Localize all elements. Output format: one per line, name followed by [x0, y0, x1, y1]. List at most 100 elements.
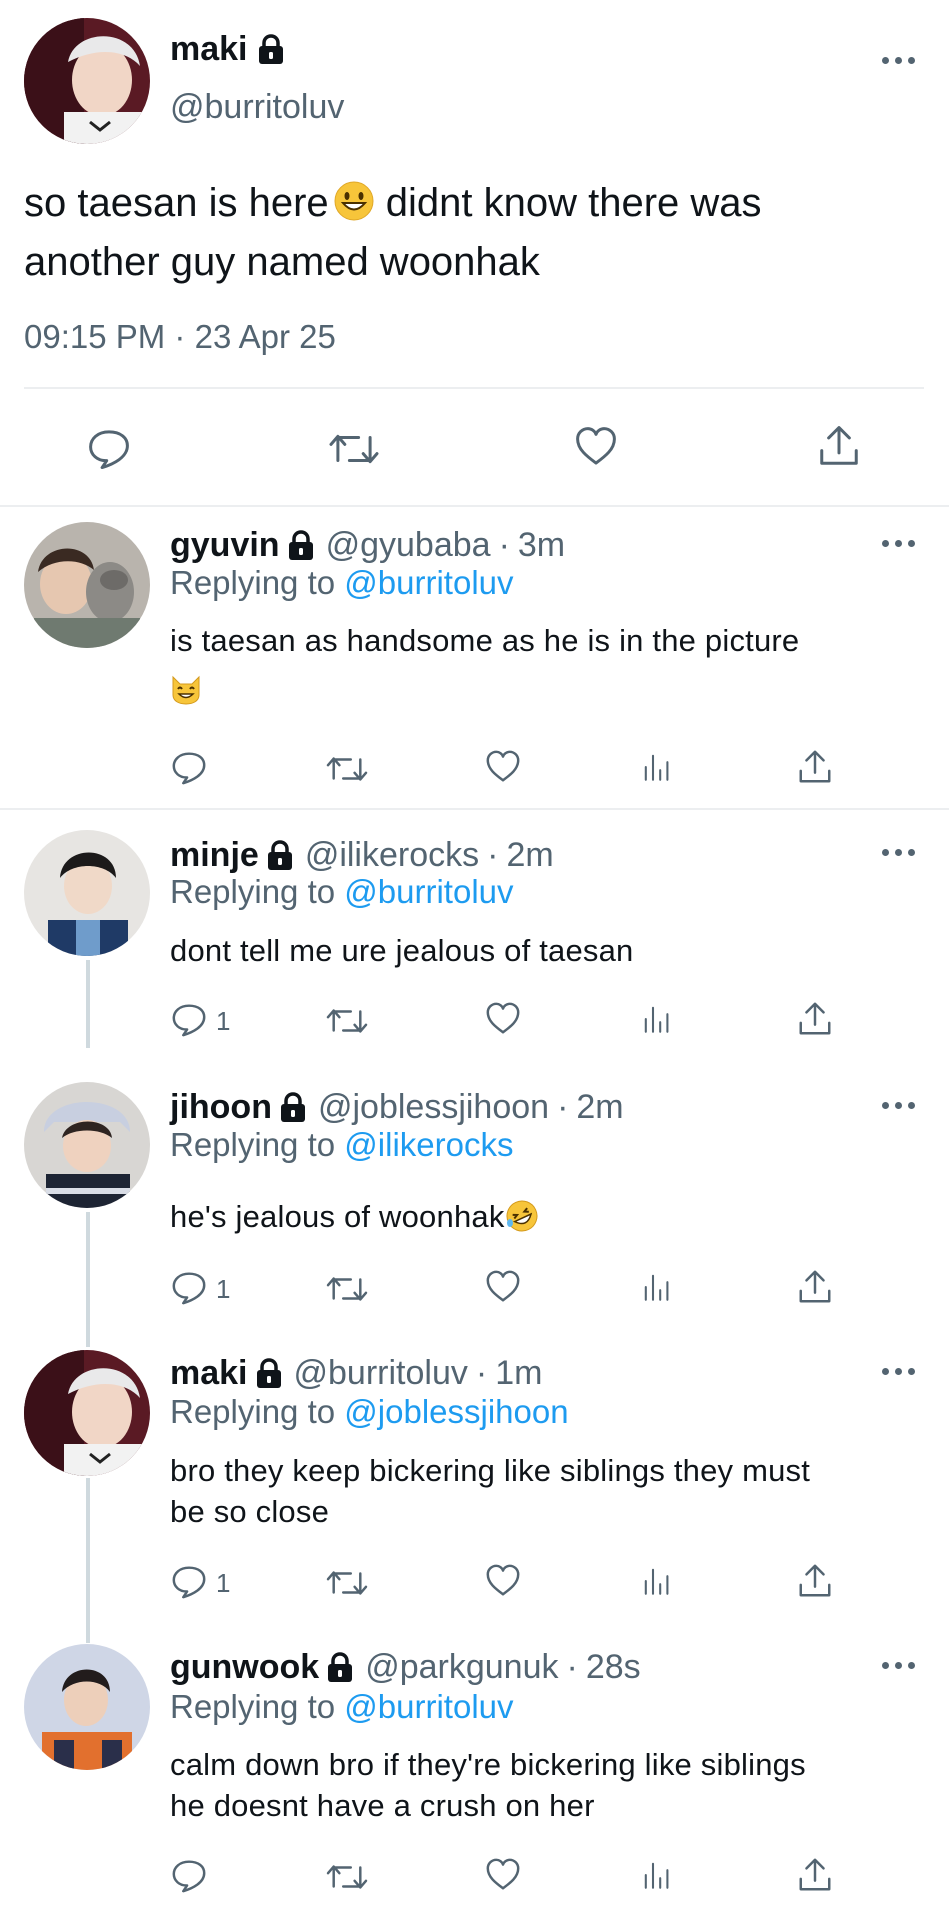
reply-author-handle[interactable]: @joblessjihoon	[318, 1088, 549, 1127]
mention-link[interactable]: @joblessjihoon	[344, 1393, 568, 1430]
reply-text: dont tell me ure jealous of taesan	[170, 933, 634, 968]
smiling-cat-icon	[170, 675, 202, 705]
share-icon[interactable]	[796, 748, 834, 786]
like-icon[interactable]	[484, 1562, 522, 1600]
reply-icon[interactable]	[170, 1856, 208, 1894]
tweet-timestamp: 09:15 PM · 23 Apr 25	[24, 318, 336, 355]
divider	[24, 387, 924, 389]
reply-author-name[interactable]: jihoon	[170, 1088, 272, 1127]
reply-author-name[interactable]: gunwook	[170, 1648, 319, 1687]
avatar[interactable]	[24, 830, 150, 956]
reply-text-line: be so close	[170, 1494, 330, 1529]
author-row: maki	[170, 30, 286, 69]
replying-to: Replying to @burritoluv	[170, 564, 514, 601]
reply-count: 1	[216, 1006, 231, 1036]
reply-header: maki @burritoluv · 1m	[170, 1354, 542, 1393]
reply-icon[interactable]	[170, 1000, 208, 1038]
more-icon[interactable]	[882, 1662, 916, 1670]
reply-author-handle[interactable]: @ilikerocks	[305, 836, 479, 875]
reply-timestamp[interactable]: 1m	[495, 1354, 542, 1393]
rofl-face-icon	[505, 1199, 539, 1233]
tweet-text-line: another guy named woonhak	[24, 240, 540, 284]
tweet-text-line: so taesan is here didnt know there was	[24, 180, 762, 225]
divider	[0, 505, 949, 507]
reply-author-name[interactable]: gyuvin	[170, 526, 280, 565]
retweet-icon[interactable]	[324, 750, 370, 788]
reply-author-handle[interactable]: @parkgunuk	[365, 1648, 558, 1687]
more-icon[interactable]	[882, 540, 916, 548]
retweet-icon[interactable]	[324, 1002, 370, 1040]
lock-icon	[325, 1652, 355, 1684]
reply-header: gunwook @parkgunuk · 28s	[170, 1648, 641, 1687]
reply-author-handle[interactable]: @gyubaba	[326, 526, 491, 565]
share-icon[interactable]	[796, 1000, 834, 1038]
lock-icon	[256, 34, 286, 66]
author-handle[interactable]: @burritoluv	[170, 88, 344, 127]
divider	[0, 808, 949, 810]
reply-text: bro they keep bickering like siblings th…	[170, 1450, 930, 1532]
retweet-icon[interactable]	[326, 426, 382, 472]
thread-line	[86, 1478, 90, 1643]
avatar[interactable]	[24, 18, 150, 144]
reply-text-line: bro they keep bickering like siblings th…	[170, 1453, 811, 1488]
reply-timestamp[interactable]: 2m	[506, 836, 553, 875]
like-icon[interactable]	[484, 1268, 522, 1306]
avatar[interactable]	[24, 1350, 150, 1476]
share-icon[interactable]	[796, 1856, 834, 1894]
share-icon[interactable]	[796, 1562, 834, 1600]
like-icon[interactable]	[484, 748, 522, 786]
reply-icon[interactable]	[170, 1562, 208, 1600]
avatar[interactable]	[24, 1644, 150, 1770]
lock-icon	[254, 1358, 284, 1390]
more-icon[interactable]	[882, 57, 916, 65]
retweet-icon[interactable]	[324, 1270, 370, 1308]
mention-link[interactable]: @ilikerocks	[344, 1126, 513, 1163]
more-icon[interactable]	[882, 1368, 916, 1376]
reply-text: he's jealous of woonhak	[170, 1196, 910, 1237]
mention-link[interactable]: @burritoluv	[344, 1688, 513, 1725]
views-icon[interactable]	[641, 750, 673, 784]
avatar[interactable]	[24, 1082, 150, 1208]
reply-icon[interactable]	[170, 1268, 208, 1306]
reply-timestamp[interactable]: 2m	[576, 1088, 623, 1127]
reply-text-line: calm down bro if they're bickering like …	[170, 1747, 806, 1782]
reply-author-name[interactable]: maki	[170, 1354, 248, 1393]
retweet-icon[interactable]	[324, 1858, 370, 1896]
replying-to: Replying to @joblessjihoon	[170, 1393, 569, 1430]
views-icon[interactable]	[641, 1270, 673, 1304]
mention-link[interactable]: @burritoluv	[344, 564, 513, 601]
reply-icon[interactable]	[86, 425, 132, 471]
reply-icon[interactable]	[170, 748, 208, 786]
retweet-icon[interactable]	[324, 1564, 370, 1602]
lock-icon	[286, 530, 316, 562]
share-icon[interactable]	[816, 423, 862, 469]
reply-count: 1	[216, 1568, 231, 1598]
reply-header: gyuvin @gyubaba · 3m	[170, 526, 565, 565]
share-icon[interactable]	[796, 1268, 834, 1306]
separator-dot: ·	[557, 1088, 569, 1126]
reply-timestamp[interactable]: 3m	[518, 526, 565, 565]
reply-text-line: he doesnt have a crush on her	[170, 1788, 595, 1823]
like-icon[interactable]	[573, 424, 619, 470]
more-icon[interactable]	[882, 849, 916, 857]
more-icon[interactable]	[882, 1102, 916, 1110]
views-icon[interactable]	[641, 1002, 673, 1036]
mention-link[interactable]: @burritoluv	[344, 873, 513, 910]
views-icon[interactable]	[641, 1564, 673, 1598]
replying-to: Replying to @ilikerocks	[170, 1126, 514, 1163]
reply-count: 1	[216, 1274, 231, 1304]
like-icon[interactable]	[484, 1000, 522, 1038]
reply-timestamp[interactable]: 28s	[586, 1648, 641, 1687]
avatar[interactable]	[24, 522, 150, 648]
author-name[interactable]: maki	[170, 30, 248, 69]
reply-header: minje @ilikerocks · 2m	[170, 836, 554, 875]
reply-text: is taesan as handsome as he is in the pi…	[170, 620, 910, 705]
separator-dot: ·	[498, 526, 510, 564]
views-icon[interactable]	[641, 1858, 673, 1892]
like-icon[interactable]	[484, 1856, 522, 1894]
lock-icon	[278, 1092, 308, 1124]
reply-author-handle[interactable]: @burritoluv	[294, 1354, 468, 1393]
grinning-face-icon	[333, 180, 375, 222]
replying-to: Replying to @burritoluv	[170, 873, 514, 910]
reply-author-name[interactable]: minje	[170, 836, 259, 875]
